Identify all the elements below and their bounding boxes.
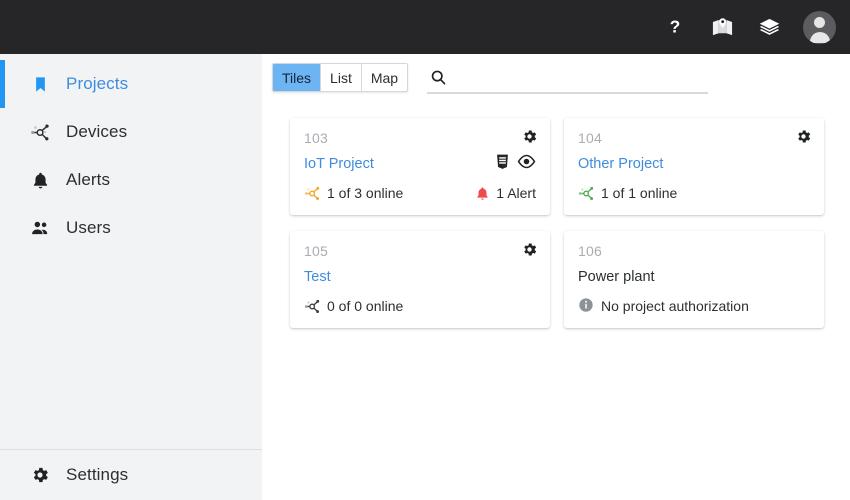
sidebar-nav: Projects Devices <box>0 54 262 252</box>
project-device-status: 1 of 3 online <box>304 185 403 202</box>
project-device-status: 1 of 1 online <box>578 185 677 202</box>
tab-list[interactable]: List <box>321 64 362 91</box>
html5-badge-icon[interactable] <box>495 154 510 175</box>
tab-tiles-label: Tiles <box>282 70 311 86</box>
project-device-status-label: 1 of 1 online <box>601 185 677 201</box>
project-id: 103 <box>304 130 328 146</box>
avatar[interactable] <box>803 11 836 44</box>
sidebar-item-label: Users <box>66 218 111 238</box>
layers-icon[interactable] <box>756 14 782 40</box>
search-field[interactable] <box>427 63 708 94</box>
sidebar: Projects Devices <box>0 54 262 500</box>
tab-map-label: Map <box>371 70 398 86</box>
project-settings-gear-icon[interactable] <box>795 128 812 145</box>
gear-icon <box>28 465 52 485</box>
project-status-row: 1 of 3 online 1 Alert <box>304 184 536 202</box>
map-icon[interactable] <box>709 14 735 40</box>
help-icon[interactable]: ? <box>662 14 688 40</box>
search-input[interactable] <box>454 67 708 89</box>
bell-icon <box>475 186 490 201</box>
sidebar-bottom: Settings <box>0 449 262 500</box>
tab-map[interactable]: Map <box>362 64 407 91</box>
project-status-row: 1 of 1 online <box>578 184 810 202</box>
project-card-header: 103 <box>304 130 536 146</box>
project-card[interactable]: 103 IoT Project <box>290 118 550 215</box>
sidebar-item-label: Devices <box>66 122 127 142</box>
project-card[interactable]: 106 Power plant No proje <box>564 231 824 328</box>
project-title-row: Test <box>304 268 536 286</box>
sidebar-item-devices[interactable]: Devices <box>0 108 262 156</box>
top-bar-actions: ? <box>662 11 836 44</box>
project-title-row: Other Project <box>578 155 810 173</box>
project-card[interactable]: 105 Test <box>290 231 550 328</box>
project-id: 105 <box>304 243 328 259</box>
project-title[interactable]: Other Project <box>578 156 663 172</box>
project-device-status-label: 1 of 3 online <box>327 185 403 201</box>
project-id: 104 <box>578 130 602 146</box>
bookmark-icon <box>28 75 52 94</box>
content-area: Tiles List Map <box>262 54 850 500</box>
project-title-row: Power plant <box>578 268 810 286</box>
project-status-row: 0 of 0 online <box>304 297 536 315</box>
top-bar: ? <box>0 0 850 54</box>
project-title-icons <box>495 154 536 175</box>
devices-hub-icon <box>578 185 595 202</box>
bell-icon <box>28 171 52 190</box>
view-mode-tabs: Tiles List Map <box>272 63 408 92</box>
eye-icon[interactable] <box>517 154 536 174</box>
info-icon <box>578 297 594 316</box>
search-icon <box>429 68 448 87</box>
avatar-head <box>814 17 825 28</box>
project-settings-gear-icon[interactable] <box>521 241 538 258</box>
project-card-header: 106 <box>578 243 810 259</box>
project-id: 106 <box>578 243 602 259</box>
sidebar-item-label: Settings <box>66 465 128 485</box>
sidebar-item-label: Alerts <box>66 170 110 190</box>
devices-hub-icon <box>28 122 52 143</box>
sidebar-item-alerts[interactable]: Alerts <box>0 156 262 204</box>
content-toolbar: Tiles List Map <box>272 63 708 94</box>
svg-text:?: ? <box>670 17 681 37</box>
project-settings-gear-icon[interactable] <box>521 128 538 145</box>
project-title: Power plant <box>578 269 655 285</box>
project-title[interactable]: IoT Project <box>304 156 374 172</box>
devices-hub-icon <box>304 185 321 202</box>
project-title[interactable]: Test <box>304 269 331 285</box>
project-status-row: No project authorization <box>578 297 810 315</box>
project-device-status-label: 0 of 0 online <box>327 298 403 314</box>
sidebar-item-settings[interactable]: Settings <box>0 450 262 500</box>
project-alert-label: 1 Alert <box>496 185 536 201</box>
project-alert-status[interactable]: 1 Alert <box>475 185 536 201</box>
project-title-row: IoT Project <box>304 155 536 173</box>
project-device-status: 0 of 0 online <box>304 298 403 315</box>
sidebar-item-label: Projects <box>66 74 128 94</box>
project-no-authorization: No project authorization <box>578 297 749 316</box>
project-card-header: 105 <box>304 243 536 259</box>
tab-tiles[interactable]: Tiles <box>273 64 321 91</box>
project-card[interactable]: 104 Other Project <box>564 118 824 215</box>
project-no-authorization-label: No project authorization <box>601 298 749 314</box>
project-tiles: 103 IoT Project <box>290 118 824 328</box>
avatar-body <box>810 32 830 43</box>
sidebar-item-projects[interactable]: Projects <box>0 60 262 108</box>
tab-list-label: List <box>330 70 352 86</box>
sidebar-item-users[interactable]: Users <box>0 204 262 252</box>
app-root: ? <box>0 0 850 500</box>
project-card-header: 104 <box>578 130 810 146</box>
users-icon <box>28 218 52 239</box>
devices-hub-icon <box>304 298 321 315</box>
